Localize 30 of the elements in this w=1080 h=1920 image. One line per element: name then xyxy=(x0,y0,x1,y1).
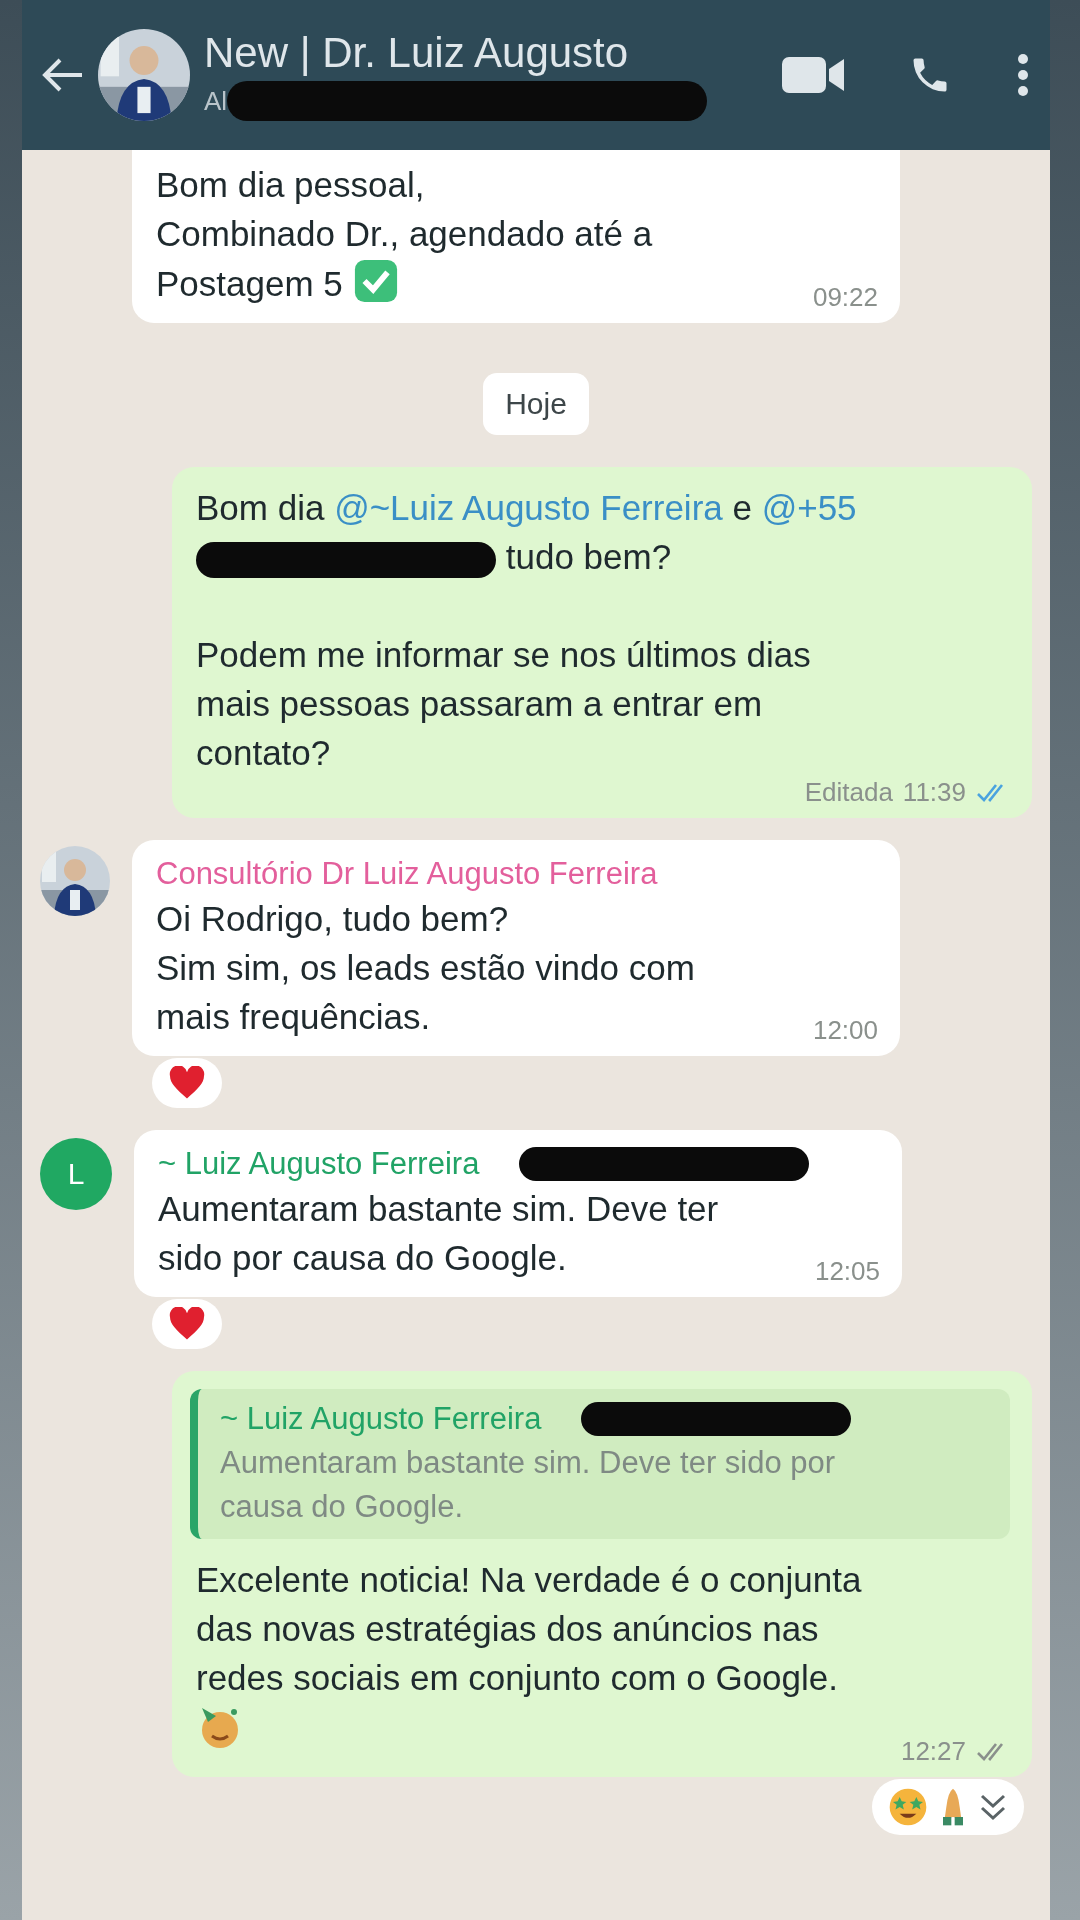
more-options-icon xyxy=(1016,53,1030,97)
sender-name: Consultório Dr Luiz Augusto Ferreira xyxy=(156,856,658,892)
reactions-pill[interactable] xyxy=(152,1299,222,1349)
message-text: Excelente noticia! Na verdade é o conjunta das novas estratégias dos anúncios nas redes sociais em conjunto com o Google. xyxy=(196,1555,862,1762)
message-text: Aumentaram bastante sim. Deve ter sido por causa do Google. xyxy=(158,1188,719,1279)
sender-name: ~ Luiz Augusto Ferreira xyxy=(158,1146,480,1182)
message-text: Bom dia pessoal, Combinado Dr., agendado até a Postagem 5 xyxy=(156,164,653,306)
video-call-button[interactable] xyxy=(782,55,844,95)
date-chip: Hoje xyxy=(483,373,589,435)
video-camera-icon xyxy=(782,55,844,95)
sender-name: ~ Luiz Augusto Ferreira xyxy=(220,1401,542,1437)
message-time: 09:22 xyxy=(812,282,878,313)
message-text: Bom dia @~Luiz Augusto Ferreira e @+55 tudo bem? Podem me informar se nos últimos dias mais pessoas passaram a entrar em contato? xyxy=(196,487,857,774)
message-time: 12:05 xyxy=(814,1256,880,1287)
mention-link[interactable]: @~Luiz Augusto Ferreira xyxy=(334,488,723,527)
chat-subtitle: Al xyxy=(204,85,228,117)
check-mark-icon xyxy=(352,258,399,304)
chat-title[interactable]: New | Dr. Luiz Augusto xyxy=(204,29,768,77)
menu-button[interactable] xyxy=(1016,53,1030,97)
edited-label: Editada xyxy=(804,777,893,808)
reactions-pill[interactable] xyxy=(872,1779,1024,1835)
quoted-message[interactable]: ~ Luiz Augusto Ferreira Aumentaram bastante sim. Deve ter sido por causa do Google. xyxy=(190,1389,1010,1539)
message-text: Oi Rodrigo, tudo bem? Sim sim, os leads estão vindo com mais frequências. xyxy=(156,898,695,1038)
reactions-pill[interactable] xyxy=(152,1058,222,1108)
message-time: 11:39 xyxy=(902,777,966,808)
message-time: 12:00 xyxy=(812,1015,878,1046)
message-time: 12:27 xyxy=(900,1736,966,1767)
mention-link[interactable]: @+55 xyxy=(761,488,857,527)
quoted-text: Aumentaram bastante sim. Deve ter sido por causa do Google. xyxy=(220,1444,837,1526)
avatar[interactable]: L xyxy=(40,1138,112,1210)
